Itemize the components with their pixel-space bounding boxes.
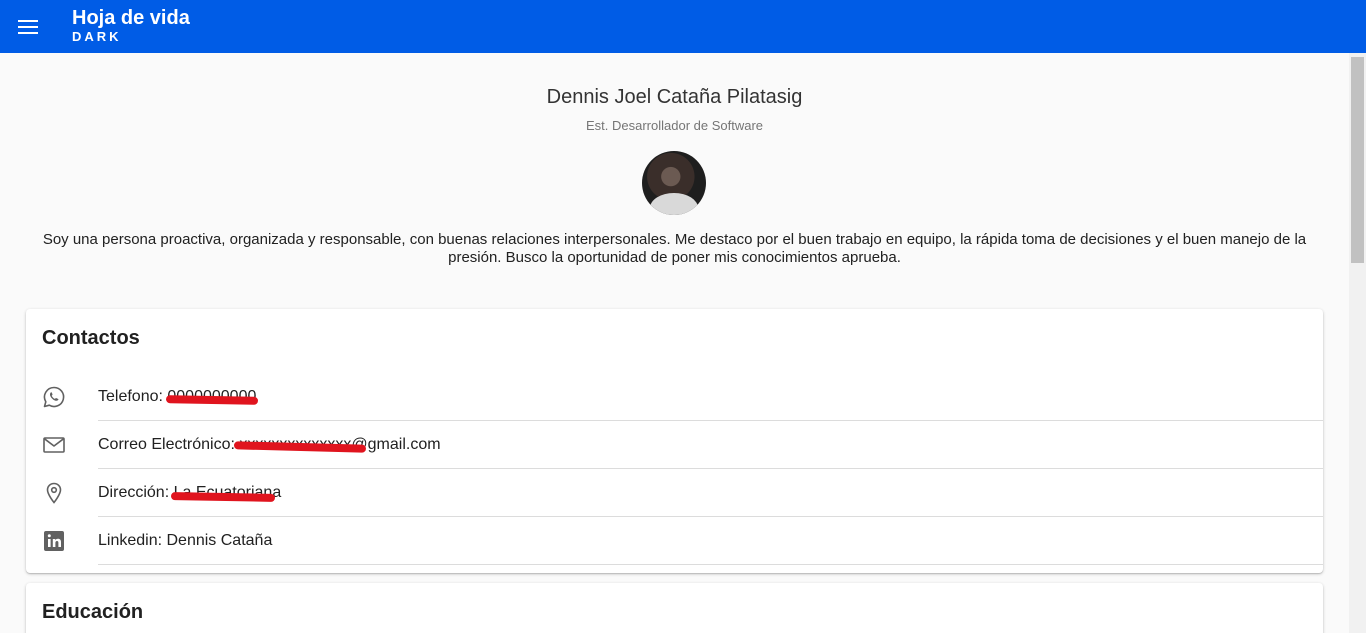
contact-item-phone[interactable]: Telefono: 0000000000 — [26, 373, 1323, 421]
avatar-shirt — [650, 193, 698, 215]
app-subtitle: DARK — [72, 28, 122, 44]
education-title: Educación — [42, 601, 144, 623]
contacts-title: Contactos — [42, 327, 140, 349]
mail-icon — [43, 437, 65, 453]
menu-button[interactable] — [0, 0, 56, 53]
profile-bio: Soy una persona proactiva, organizada y … — [42, 231, 1307, 266]
redaction-mark — [165, 395, 259, 405]
avatar — [642, 151, 706, 215]
contact-item-linkedin[interactable]: Linkedin: Dennis Cataña — [26, 517, 1323, 565]
education-card: Educación — [26, 583, 1323, 633]
app-bar: Hoja de vida DARK — [0, 0, 1366, 53]
scrollbar[interactable] — [1349, 53, 1366, 633]
profile-role: Est. Desarrollador de Software — [585, 118, 764, 133]
scrollbar-thumb[interactable] — [1351, 57, 1364, 263]
contact-item-address[interactable]: Dirección: La Ecuatoriana — [26, 469, 1323, 517]
main-content[interactable]: Dennis Joel Cataña Pilatasig Est. Desarr… — [0, 53, 1349, 633]
profile-name: Dennis Joel Cataña Pilatasig — [546, 86, 803, 108]
divider — [98, 564, 1323, 565]
whatsapp-icon — [43, 386, 65, 408]
menu-icon — [18, 19, 38, 34]
contact-label-linkedin: Linkedin: Dennis Cataña — [98, 532, 273, 549]
linkedin-icon — [44, 531, 64, 551]
app-title: Hoja de vida — [72, 6, 190, 29]
location-icon — [46, 482, 62, 504]
contact-item-email[interactable]: Correo Electrónico: xxxxxxxxxxxxxx@gmail… — [26, 421, 1323, 469]
app-title-group: Hoja de vida DARK — [72, 6, 190, 44]
contacts-card: Contactos Telefono: 0000000000 Correo El… — [26, 309, 1323, 573]
